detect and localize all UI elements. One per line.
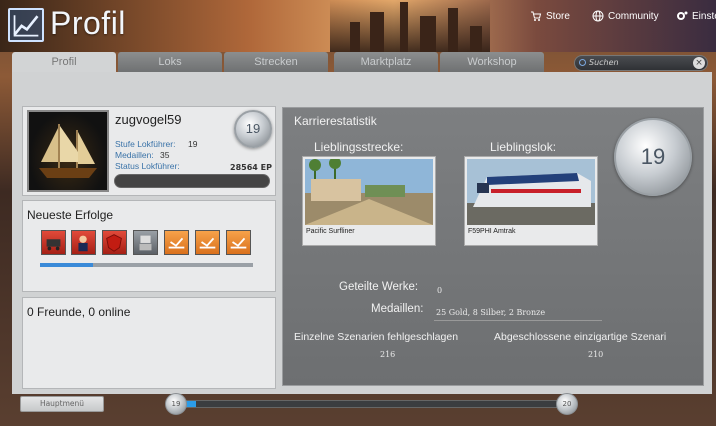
favorite-route-card[interactable]: Pacific Surfliner — [302, 156, 436, 246]
stat-value-medals: 35 — [160, 150, 170, 160]
level-to-badge: 20 — [556, 393, 578, 415]
achievement-shield[interactable] — [102, 230, 127, 255]
level-from-badge: 19 — [165, 393, 187, 415]
community-link[interactable]: Community — [592, 10, 659, 22]
xp-value: 28564 EP — [230, 163, 272, 172]
medals-value: 25 Gold, 8 Silber, 2 Bronze — [436, 308, 546, 317]
achievement-track-1[interactable] — [164, 230, 189, 255]
track-icon — [230, 237, 247, 249]
level-badge: 19 — [234, 110, 272, 148]
tab-workshop[interactable]: Workshop — [440, 52, 544, 72]
divider — [434, 320, 602, 321]
shield-icon — [106, 234, 122, 252]
cart-icon — [531, 11, 542, 21]
clear-search-button[interactable]: × — [693, 57, 705, 69]
gear-icon — [677, 11, 688, 20]
community-label: Community — [608, 10, 659, 22]
page-title: Profil — [50, 5, 126, 41]
globe-icon — [592, 10, 604, 22]
achievements-title: Neueste Erfolge — [27, 208, 114, 222]
store-link[interactable]: Store — [530, 10, 570, 22]
route-photo — [305, 159, 433, 225]
avatar[interactable] — [27, 110, 109, 192]
favorite-loco-caption: F59PHI Amtrak — [468, 228, 516, 235]
track-icon — [168, 237, 185, 249]
friends-status: 0 Freunde, 0 online — [27, 305, 131, 319]
completed-scenarios-value: 210 — [588, 350, 604, 359]
stat-label-level: Stufe Lokführer: — [115, 139, 176, 149]
stat-label-status: Status Lokführer: — [115, 161, 180, 171]
favorite-route-caption: Pacific Surfliner — [306, 228, 355, 235]
achievement-progress-fill — [40, 263, 94, 267]
sailing-ship-icon — [39, 124, 97, 178]
search-placeholder: Suchen — [589, 58, 619, 67]
profile-chart-icon — [8, 8, 44, 42]
xp-bar — [114, 174, 270, 188]
failed-scenarios-value: 216 — [380, 350, 396, 359]
tab-profil[interactable]: Profil — [12, 52, 116, 72]
achievement-track-3[interactable] — [226, 230, 251, 255]
achievement-track-2[interactable] — [195, 230, 220, 255]
main-menu-button[interactable]: Hauptmenü — [20, 396, 104, 412]
settings-label: Einstel — [692, 10, 716, 22]
achievement-conductor[interactable] — [71, 230, 96, 255]
medals-label: Medaillen: — [371, 303, 424, 315]
city-skyline-art — [330, 0, 490, 52]
tab-loks[interactable]: Loks — [118, 52, 222, 72]
search-icon — [579, 59, 586, 66]
track-icon — [199, 237, 216, 249]
failed-scenarios-label: Einzelne Szenarien fehlgeschlagen — [294, 331, 459, 343]
level-progress-track — [176, 400, 568, 408]
favorite-route-label: Lieblingsstrecke: — [314, 140, 404, 154]
favorite-loco-label: Lieblingslok: — [490, 140, 557, 154]
store-label: Store — [546, 10, 570, 22]
coal-wagon-icon — [46, 239, 61, 251]
tab-marktplatz[interactable]: Marktplatz — [334, 52, 438, 72]
shared-works-value: 0 — [437, 286, 443, 295]
search-input[interactable]: Suchen × — [574, 55, 708, 71]
conductor-icon — [78, 235, 88, 252]
settings-link[interactable]: Einstel — [676, 10, 716, 22]
completed-scenarios-label: Abgeschlossene einzigartige Szenari — [494, 331, 667, 343]
username: zugvogel59 — [115, 112, 182, 127]
career-title: Karrierestatistik — [294, 114, 377, 128]
achievement-robot[interactable] — [133, 230, 158, 255]
tab-strecken[interactable]: Strecken — [224, 52, 328, 72]
stat-label-medals: Medaillen: — [115, 150, 154, 160]
favorite-loco-card[interactable]: F59PHI Amtrak — [464, 156, 598, 246]
achievement-coal-wagon[interactable] — [41, 230, 66, 255]
robot-icon — [139, 235, 152, 251]
career-level-badge: 19 — [614, 118, 692, 196]
shared-works-label: Geteilte Werke: — [339, 281, 419, 293]
loco-photo — [467, 159, 595, 225]
stat-value-level: 19 — [188, 139, 198, 149]
